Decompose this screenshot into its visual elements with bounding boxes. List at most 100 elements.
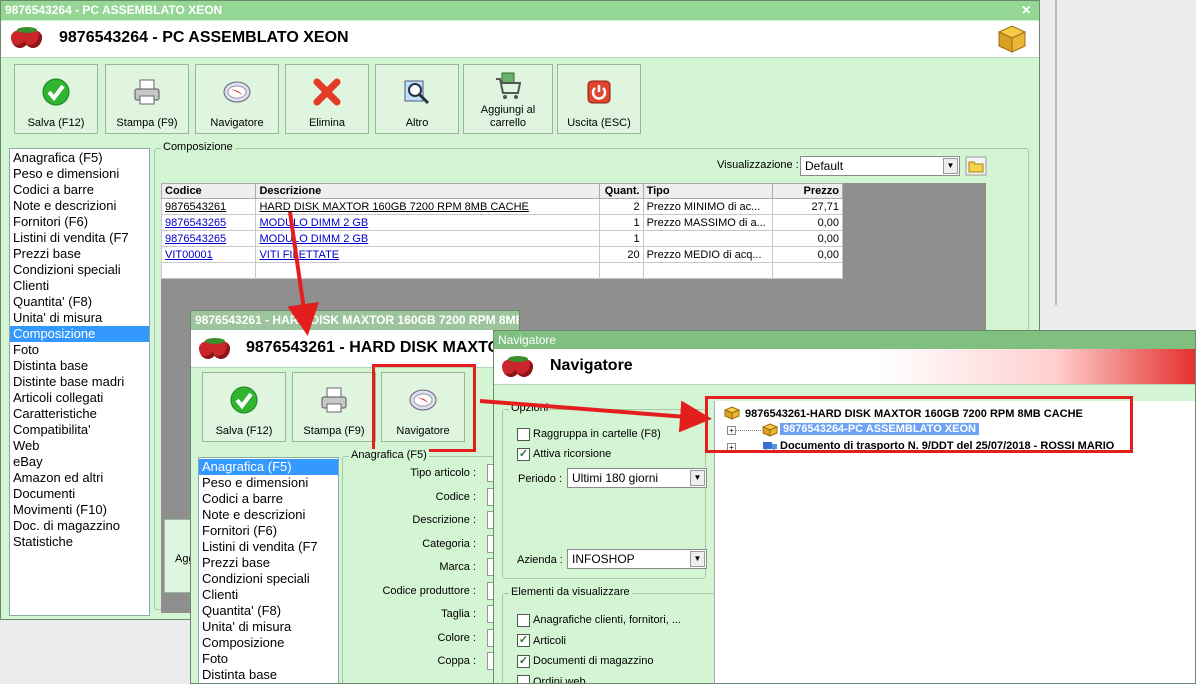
exit-button[interactable]: Uscita (ESC) [557, 64, 641, 134]
sidebar-item[interactable]: Compatibilita' [13, 422, 146, 438]
sidebar-item[interactable]: Codici a barre [202, 491, 335, 507]
column-header[interactable]: Tipo [642, 183, 774, 199]
table-cell [772, 262, 843, 279]
sidebar-item[interactable]: Distinta base [202, 667, 335, 683]
table-cell: Prezzo MEDIO di acq... [642, 246, 774, 263]
navigator-label: Navigatore [210, 117, 264, 129]
sidebar-item[interactable]: Prezzi base [202, 555, 335, 571]
delete-button[interactable]: Elimina [285, 64, 369, 134]
child-header: 9876543261 - HARD DISK MAXTO [191, 330, 519, 368]
checkbox-box [517, 613, 530, 627]
sidebar-item[interactable]: Note e descrizioni [13, 198, 146, 214]
save-button[interactable]: Salva (F12) [14, 64, 98, 134]
sidebar-item[interactable]: Anagrafica (F5) [199, 459, 338, 475]
group-folders-checkbox[interactable]: Raggruppa in cartelle (F8) [517, 427, 661, 441]
sidebar-item[interactable]: Web [13, 438, 146, 454]
element-label: Ordini web [533, 675, 586, 684]
sidebar-item[interactable]: Anagrafica (F5) [13, 150, 146, 166]
sidebar-item[interactable]: Peso e dimensioni [13, 166, 146, 182]
table-cell: MODULO DIMM 2 GB [255, 230, 601, 247]
table-row[interactable]: VIT00001 VITI FILETTATE 20 Prezzo MEDIO di … [160, 246, 843, 263]
element-checkbox[interactable]: Ordini web [517, 675, 586, 684]
tree-highlight-box [705, 396, 1133, 453]
print-label: Stampa (F9) [116, 117, 178, 129]
navigator-header-title: Navigatore [550, 357, 633, 374]
sidebar-item[interactable]: Fornitori (F6) [13, 214, 146, 230]
table-row[interactable]: 9876543265 MODULO DIMM 2 GB 1 Prezzo MASSIM… [160, 214, 843, 231]
sidebar-item[interactable]: Condizioni speciali [13, 262, 146, 278]
sidebar-item[interactable]: Codici a barre [13, 182, 146, 198]
column-header[interactable]: Prezzo [772, 183, 843, 199]
strawberry-logo-icon [500, 356, 534, 378]
exit-label: Uscita (ESC) [567, 117, 631, 129]
sidebar-item[interactable]: Clienti [202, 587, 335, 603]
navigator-window: Navigatore Navigatore Opzioni Raggruppa … [493, 330, 1196, 684]
period-select[interactable]: Ultimi 180 giorni ▼ [567, 468, 707, 488]
table-cell: VITI FILETTATE [255, 246, 601, 263]
field-label: Codice : [435, 490, 476, 503]
sidebar-item[interactable]: Distinte base madri [13, 374, 146, 390]
sidebar-item[interactable]: Composizione [202, 635, 335, 651]
child-save-button[interactable]: Salva (F12) [202, 372, 286, 442]
checkmark-icon [230, 386, 258, 414]
sidebar-item[interactable]: eBay [13, 454, 146, 470]
sidebar-item[interactable]: Statistiche [13, 534, 146, 550]
other-button[interactable]: Altro [375, 64, 459, 134]
other-label: Altro [405, 117, 429, 129]
sidebar-item[interactable]: Doc. di magazzino [13, 518, 146, 534]
table-cell [599, 262, 644, 279]
child-print-label: Stampa (F9) [303, 425, 365, 437]
child-print-button[interactable]: Stampa (F9) [292, 372, 376, 442]
sidebar-item[interactable]: Clienti [13, 278, 146, 294]
checkmark-icon: ✓ [517, 447, 530, 461]
field-label: Tipo articolo : [410, 467, 476, 479]
view-select[interactable]: Default ▼ [800, 156, 960, 176]
child-save-label: Salva (F12) [215, 425, 273, 437]
sidebar-item[interactable]: Note e descrizioni [202, 507, 335, 523]
sidebar-item[interactable]: Peso e dimensioni [202, 475, 335, 491]
folder-icon[interactable] [965, 156, 987, 176]
sidebar-item[interactable]: Documenti [13, 486, 146, 502]
sidebar-item[interactable]: Foto [202, 651, 335, 667]
sidebar-item[interactable]: Listini di vendita (F7 [13, 230, 146, 246]
sidebar-item[interactable]: Composizione [10, 326, 149, 342]
company-select[interactable]: INFOSHOP ▼ [567, 549, 707, 569]
sidebar-item[interactable]: Distinta base [13, 358, 146, 374]
sidebar-item[interactable]: Amazon ed altri [13, 470, 146, 486]
element-label: Documenti di magazzino [533, 655, 654, 667]
sidebar-item[interactable]: Listini di vendita (F7 [202, 539, 335, 555]
print-button[interactable]: Stampa (F9) [105, 64, 189, 134]
element-label: Anagrafiche clienti, fornitori, ... [533, 614, 681, 626]
navigator-button[interactable]: Navigatore [195, 64, 279, 134]
element-checkbox[interactable]: ✓ Documenti di magazzino [517, 654, 653, 668]
child-window: 9876543261 - HARD DISK MAXTOR 160GB 7200… [190, 310, 520, 684]
sidebar-item[interactable]: Movimenti (F10) [13, 502, 146, 518]
table-row[interactable]: 9876543265 MODULO DIMM 2 GB 1 0,00 [160, 230, 843, 247]
column-header[interactable]: Descrizione [255, 183, 601, 199]
sidebar-item[interactable]: Quantita' (F8) [13, 294, 146, 310]
recursive-checkbox[interactable]: ✓ Attiva ricorsione [517, 447, 611, 461]
element-checkbox[interactable]: ✓ Articoli [517, 634, 566, 648]
main-title: 9876543264 - PC ASSEMBLATO XEON [5, 3, 223, 17]
column-header[interactable]: Quant. [599, 183, 644, 199]
close-icon[interactable]: × [1022, 1, 1031, 20]
sidebar-item[interactable]: Foto [13, 342, 146, 358]
printer-icon [321, 387, 347, 413]
table-cell: Prezzo MASSIMO di a... [642, 214, 774, 231]
sidebar-item[interactable]: Condizioni speciali [202, 571, 335, 587]
sidebar-item[interactable]: Articoli collegati [13, 390, 146, 406]
sidebar-item[interactable]: Quantita' (F8) [202, 603, 335, 619]
chevron-down-icon[interactable]: ▼ [690, 470, 705, 486]
element-checkbox[interactable]: Anagrafiche clienti, fornitori, ... [517, 613, 681, 627]
sidebar-item[interactable]: Unita' di misura [13, 310, 146, 326]
sidebar-item[interactable]: Unita' di misura [202, 619, 335, 635]
table-row[interactable]: 9876543261 HARD DISK MAXTOR 160GB 7200 RP… [160, 198, 843, 215]
sidebar-item[interactable]: Caratteristiche [13, 406, 146, 422]
column-header[interactable]: Codice [160, 183, 257, 199]
chevron-down-icon[interactable]: ▼ [943, 158, 958, 174]
sidebar-item[interactable]: Fornitori (F6) [202, 523, 335, 539]
add-to-cart-button[interactable]: Aggiungi al carrello [463, 64, 553, 134]
chevron-down-icon[interactable]: ▼ [690, 551, 705, 567]
sidebar-item[interactable]: Prezzi base [13, 246, 146, 262]
period-value: Ultimi 180 giorni [572, 471, 659, 485]
